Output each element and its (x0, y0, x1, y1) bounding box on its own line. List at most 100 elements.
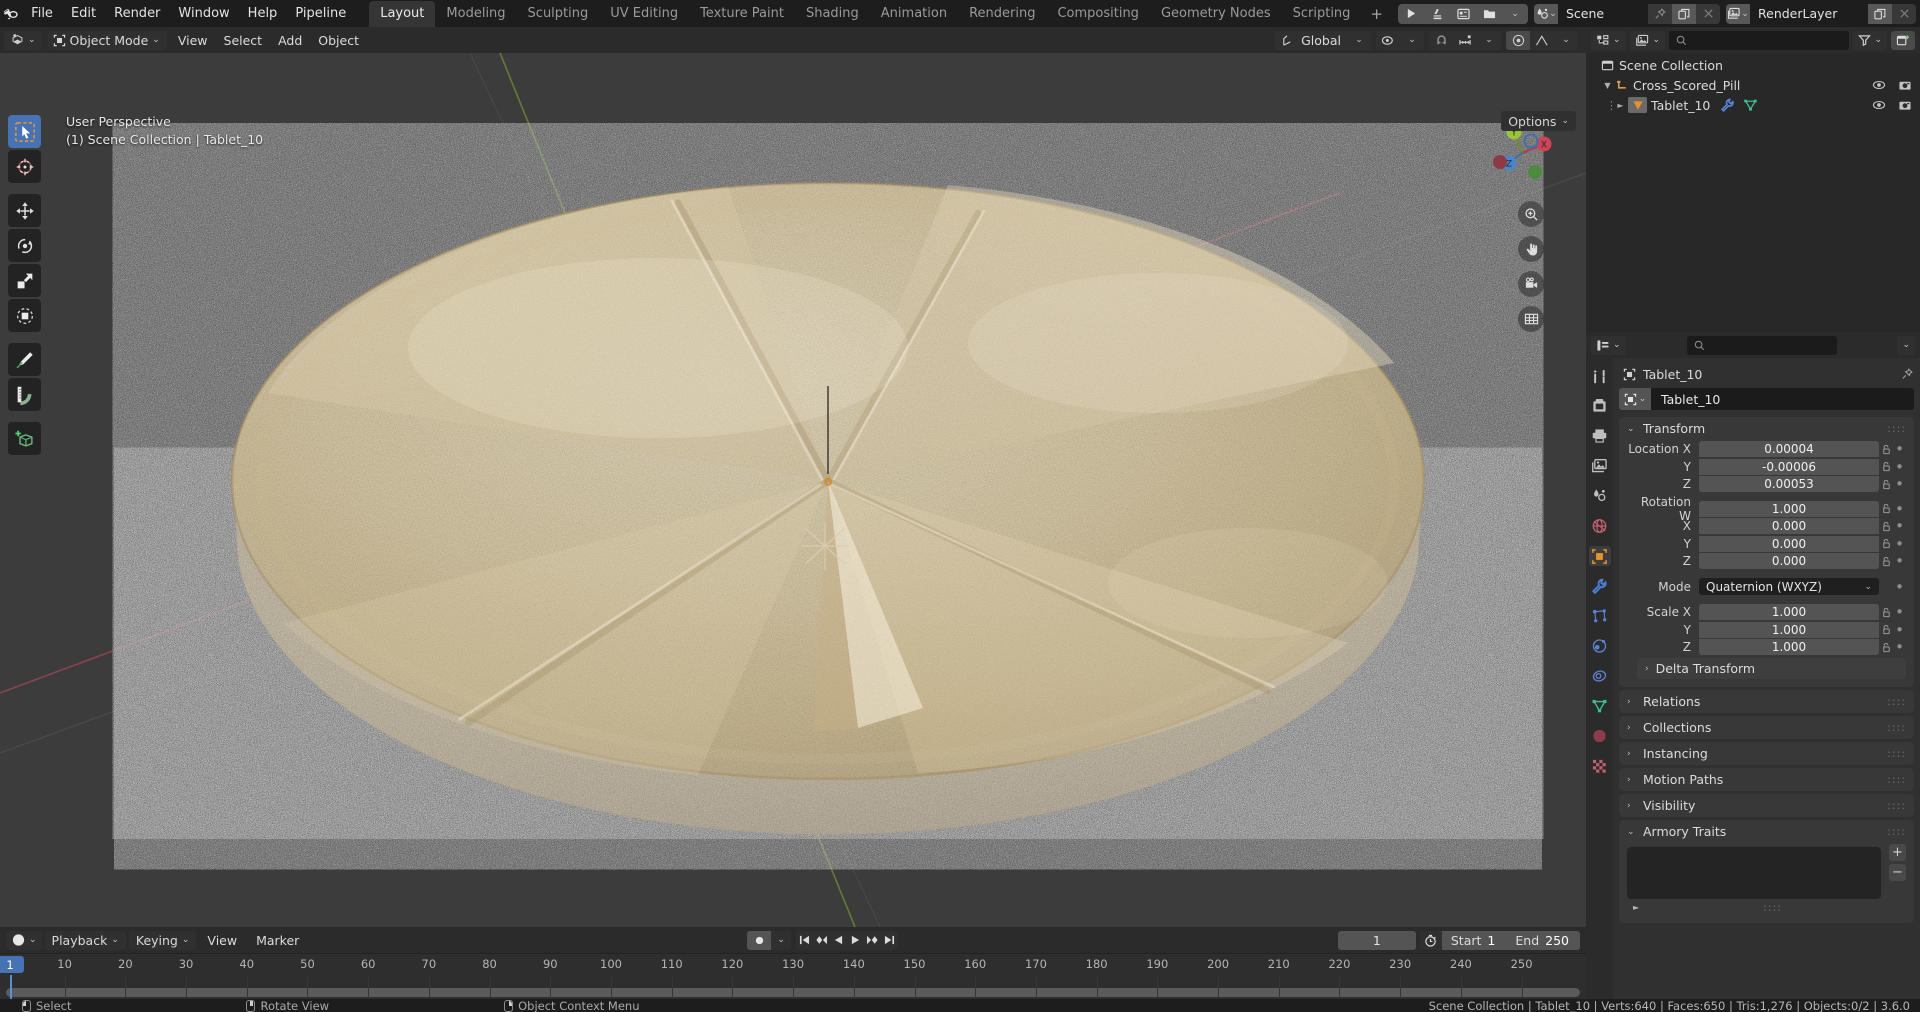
camera-icon[interactable] (1898, 99, 1912, 112)
frame-end-value[interactable]: 250 (1545, 933, 1580, 948)
menu-file[interactable]: File (22, 3, 62, 25)
viewlayer-name-field[interactable]: RenderLayer (1750, 3, 1868, 24)
object-tab-icon[interactable] (1588, 546, 1611, 566)
location-z-lock-icon[interactable] (1879, 479, 1893, 490)
new-collection-icon[interactable] (1891, 30, 1915, 50)
viewport-menu-object[interactable]: Object (310, 31, 367, 50)
rotation-x-lock-icon[interactable] (1879, 521, 1893, 532)
outliner-row-scene-collection[interactable]: Scene Collection (1586, 55, 1920, 75)
scene-tab-icon[interactable] (1589, 486, 1611, 506)
instancing-expand-icon[interactable]: › (1627, 749, 1636, 759)
new-scene-icon[interactable] (1672, 3, 1696, 24)
outliner-filter-button[interactable]: ⌄ (1853, 30, 1887, 50)
timeline-menu-marker[interactable]: Marker (248, 931, 307, 950)
pin-scene-icon[interactable] (1648, 3, 1672, 24)
tab-sculpting[interactable]: Sculpting (517, 1, 600, 27)
view-layer-tab-icon[interactable] (1589, 456, 1611, 476)
properties-editor-type-icon[interactable]: ⌄ (1591, 335, 1626, 355)
scale-tool-icon[interactable] (8, 264, 41, 297)
delete-scene-icon[interactable] (1696, 3, 1720, 24)
location-x-lock-icon[interactable] (1879, 444, 1893, 455)
location-x-field[interactable]: 0.00004 (1699, 441, 1879, 457)
tab-compositing[interactable]: Compositing (1046, 1, 1150, 27)
rotate-tool-icon[interactable] (8, 229, 41, 262)
play-reverse-icon[interactable] (830, 931, 847, 950)
tab-modeling[interactable]: Modeling (435, 1, 516, 27)
tab-layout[interactable]: Layout (369, 0, 436, 27)
viewport-menu-select[interactable]: Select (216, 31, 271, 50)
brush-icon[interactable] (1424, 3, 1450, 24)
tablet-10-expander[interactable]: ► (1613, 101, 1628, 110)
outliner-row-cross-scored-pill[interactable]: ▼ Cross_Scored_Pill (1586, 75, 1920, 95)
timeline-playback-menu[interactable]: Playback ⌄ (44, 930, 126, 950)
properties-options-chevron[interactable]: ⌄ (1897, 335, 1915, 355)
jump-to-end-icon[interactable] (881, 931, 898, 950)
jump-to-start-icon[interactable] (796, 931, 813, 950)
use-preview-range-icon[interactable] (1419, 930, 1442, 950)
collections-panel-header[interactable]: › Collections :::: (1619, 716, 1914, 739)
scale-x-animate-dot[interactable]: • (1893, 605, 1906, 620)
rotation-y-animate-dot[interactable]: • (1893, 536, 1906, 551)
blender-logo-icon[interactable] (0, 4, 22, 23)
add-cube-tool-icon[interactable] (8, 422, 41, 455)
motion-paths-panel[interactable]: › Motion Paths :::: (1619, 768, 1914, 791)
scale-y-lock-icon[interactable] (1879, 624, 1893, 635)
editor-type-selector[interactable]: ⌄ (4, 30, 42, 50)
falloff-curve-icon[interactable] (1530, 31, 1554, 50)
menu-pipeline[interactable]: Pipeline (286, 3, 355, 25)
eye-icon[interactable] (1872, 79, 1886, 91)
annotate-tool-icon[interactable] (8, 343, 41, 376)
viewport-3d-canvas[interactable]: User Perspective (1) Scene Collection | … (0, 53, 1586, 927)
outliner-row-tablet-10[interactable]: ⋮ ► Tablet_10 (1586, 95, 1920, 115)
constraints-tab-icon[interactable] (1589, 666, 1611, 686)
relations-panel[interactable]: › Relations :::: (1619, 690, 1914, 713)
tab-shading[interactable]: Shading (795, 1, 870, 27)
new-viewlayer-icon[interactable] (1868, 3, 1892, 24)
particles-tab-icon[interactable] (1589, 606, 1611, 626)
toggle-orthographic-icon[interactable] (1518, 306, 1544, 332)
outliner-display-mode-icon[interactable]: ⌄ (1629, 30, 1666, 50)
visibility-expand-icon[interactable]: › (1627, 801, 1636, 811)
rotation-x-field[interactable]: 0.000 (1699, 518, 1879, 534)
tab-scripting[interactable]: Scripting (1282, 1, 1362, 27)
tweak-select-tool-icon[interactable] (8, 115, 41, 148)
viewport-menu-add[interactable]: Add (270, 31, 310, 50)
orientation-axis-icon[interactable] (1275, 31, 1299, 50)
visibility-panel-header[interactable]: › Visibility :::: (1619, 794, 1914, 817)
zoom-view-icon[interactable] (1518, 201, 1544, 227)
object-name-field[interactable]: Tablet_10 (1651, 388, 1914, 410)
current-frame-field[interactable]: 1 (1337, 930, 1416, 950)
prev-keyframe-icon[interactable] (813, 931, 830, 950)
timeline-current-frame-marker[interactable]: 1 (0, 956, 24, 973)
rotation-z-lock-icon[interactable] (1879, 556, 1893, 567)
timeline-keying-menu[interactable]: Keying ⌄ (128, 930, 197, 950)
location-y-animate-dot[interactable]: • (1893, 459, 1906, 474)
transform-collapse-icon[interactable]: ⌄ (1627, 424, 1636, 434)
scene-icon[interactable]: ⌄ (1534, 3, 1558, 24)
pivot-point-icon[interactable] (1376, 31, 1400, 50)
eye-icon[interactable] (1872, 99, 1886, 111)
folder-icon[interactable] (1476, 3, 1502, 24)
modifier-wrench-icon[interactable] (1720, 98, 1735, 112)
object-data-tab-icon[interactable] (1589, 696, 1611, 716)
next-keyframe-icon[interactable] (864, 931, 881, 950)
scale-x-lock-icon[interactable] (1879, 607, 1893, 618)
rotation-w-field[interactable]: 1.000 (1699, 500, 1879, 517)
relations-expand-icon[interactable]: › (1627, 697, 1636, 707)
scale-x-field[interactable]: 1.000 (1699, 604, 1879, 620)
tab-uv-editing[interactable]: UV Editing (599, 1, 689, 27)
visibility-panel[interactable]: › Visibility :::: (1619, 794, 1914, 817)
scale-y-animate-dot[interactable]: • (1893, 622, 1906, 637)
tab-texture-paint[interactable]: Texture Paint (689, 1, 795, 27)
properties-search-input[interactable] (1686, 335, 1837, 355)
scene-name-field[interactable]: Scene (1558, 3, 1648, 24)
transform-tool-icon[interactable] (8, 299, 41, 332)
view-layer-icon[interactable]: ⌄ (1726, 3, 1750, 24)
relations-panel-header[interactable]: › Relations :::: (1619, 690, 1914, 713)
rotation-z-animate-dot[interactable]: • (1893, 554, 1906, 569)
armory-traits-panel-header[interactable]: ⌄ Armory Traits :::: (1619, 820, 1914, 843)
rotation-w-lock-icon[interactable] (1879, 503, 1893, 514)
location-y-field[interactable]: -0.00006 (1699, 458, 1879, 475)
frame-start-value[interactable]: 1 (1487, 933, 1506, 948)
auto-keying-icon[interactable] (747, 930, 772, 950)
